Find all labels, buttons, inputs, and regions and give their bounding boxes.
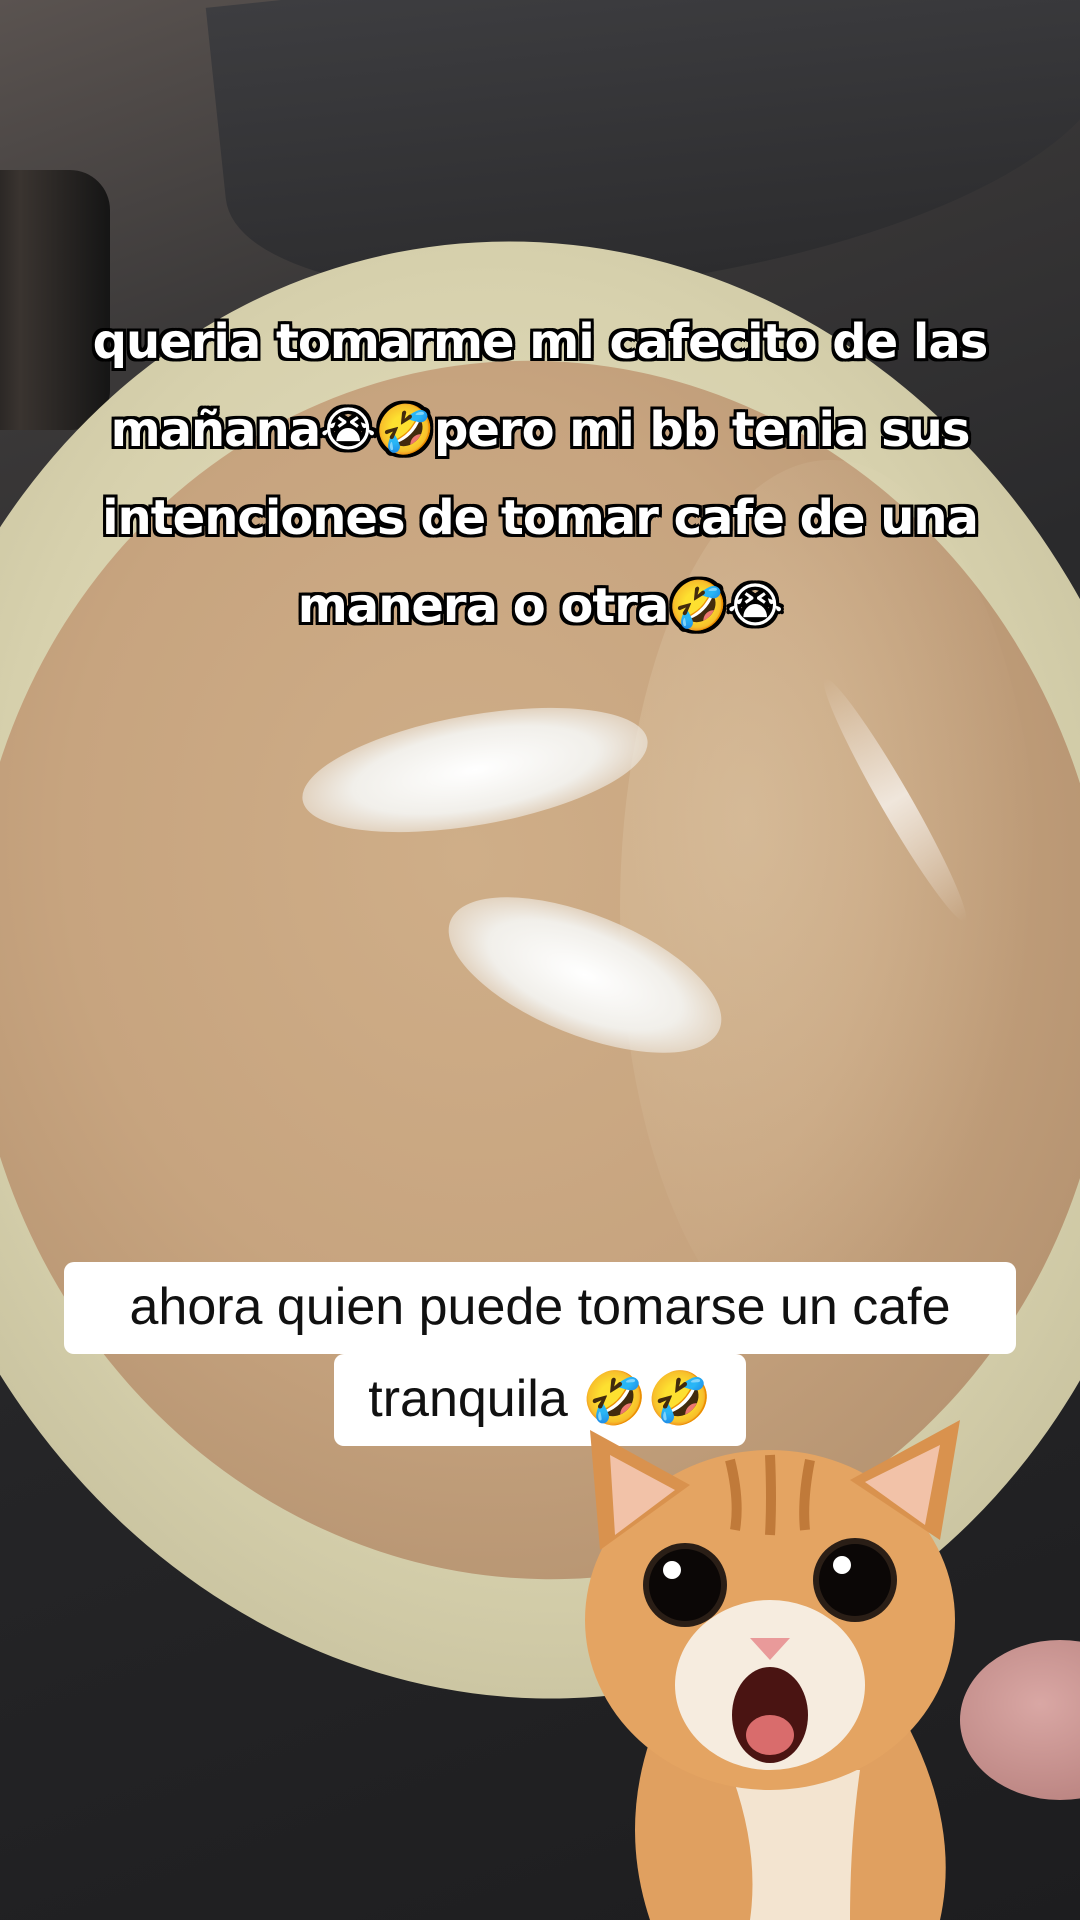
top-caption-line: queria tomarme mi cafecito de las [92,314,989,370]
top-caption: queria tomarme mi cafecito de las mañana… [40,298,1040,650]
top-caption-line: intenciones de tomar cafe de una [102,490,979,546]
bottom-caption-line: ahora quien puede tomarse un cafe [64,1262,1016,1354]
top-caption-line: manera o otra🤣😭 [297,578,783,634]
top-caption-line: mañana😭🤣pero mi bb tenia sus [110,402,971,458]
video-frame: queria tomarme mi cafecito de las mañana… [0,0,1080,1920]
surprised-cat-sticker [585,1420,960,1920]
